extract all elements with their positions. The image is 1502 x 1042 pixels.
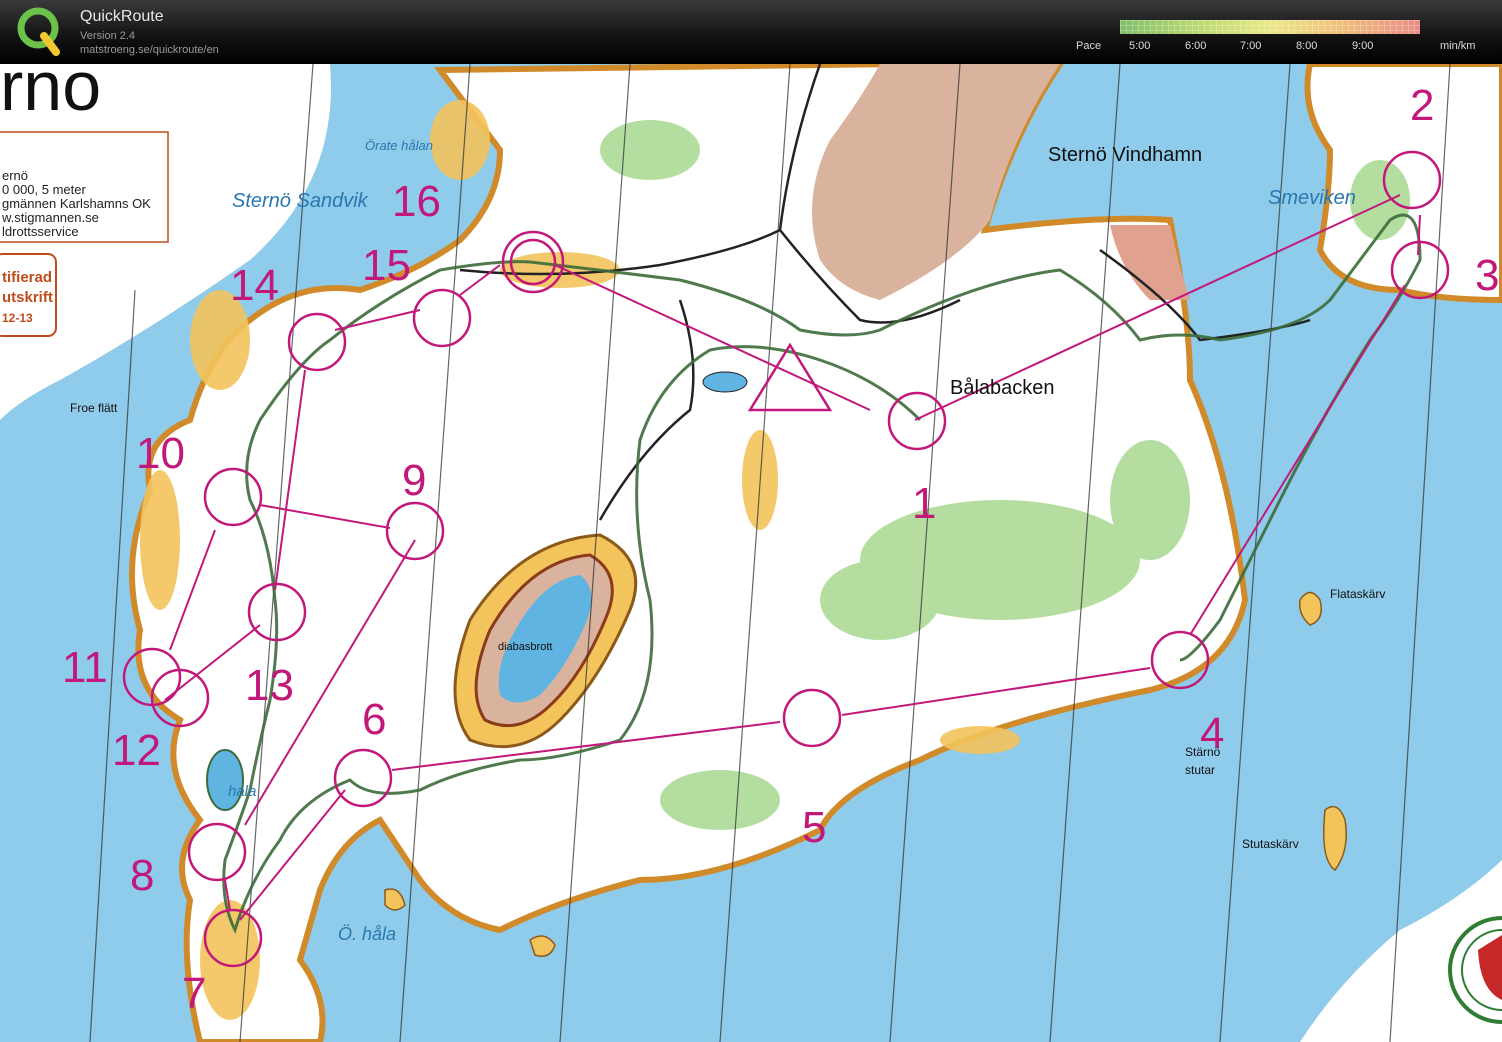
control-number-6: 6 [362, 695, 386, 744]
pace-tick-6: 6:00 [1185, 40, 1207, 52]
svg-text:w.stigmannen.se: w.stigmannen.se [1, 210, 99, 225]
control-number-9: 9 [402, 456, 426, 505]
orienteering-map[interactable]: 1 2 3 4 5 6 7 8 9 10 11 12 13 14 15 16 r… [0, 64, 1502, 1042]
app-url-link[interactable]: matstroeng.se/quickroute/en [80, 44, 219, 56]
control-number-8: 8 [130, 851, 154, 900]
svg-text:ldrottsservice: ldrottsservice [2, 224, 79, 239]
control-number-1: 1 [912, 479, 936, 528]
control-number-11: 11 [62, 643, 108, 692]
control-number-12: 12 [112, 726, 161, 775]
control-number-5: 5 [802, 803, 826, 852]
place-balabacken: Bålabacken [950, 377, 1055, 399]
small-lake [702, 371, 748, 393]
place-diabasbrott: diabasbrott [498, 641, 552, 653]
svg-text:tifierad: tifierad [2, 269, 52, 286]
svg-text:ernö: ernö [2, 168, 28, 183]
pace-unit: min/km [1440, 40, 1476, 52]
place-o-hala: Ö. håla [338, 924, 396, 944]
pace-tick-5: 5:00 [1129, 40, 1151, 52]
place-sterno-sandvik: Sternö Sandvik [232, 190, 369, 212]
pace-tick-7: 7:00 [1240, 40, 1262, 52]
pace-label: Pace [1076, 40, 1102, 52]
svg-text:gmännen Karlshamns OK: gmännen Karlshamns OK [2, 196, 151, 211]
place-stutaskarv: Stutaskärv [1242, 837, 1299, 851]
svg-text:utskrift: utskrift [2, 289, 53, 306]
app-name: QuickRoute [80, 8, 164, 25]
place-sterno: Stärnö [1185, 745, 1221, 759]
pace-tick-9: 9:00 [1352, 40, 1374, 52]
control-number-13: 13 [245, 661, 294, 710]
place-orate-halan: Örate hålan [365, 138, 433, 153]
certification-box: tifierad utskrift 12-13 [0, 253, 57, 337]
map-info-box: ernö 0 000, 5 meter gmännen Karlshamns O… [0, 131, 169, 243]
place-froe-flatt: Froe flätt [70, 401, 118, 415]
place-sterno-vindhamn: Sternö Vindhamn [1048, 144, 1202, 166]
svg-text:0 000, 5 meter: 0 000, 5 meter [2, 182, 86, 197]
svg-text:12-13: 12-13 [2, 311, 33, 325]
pace-tick-8: 8:00 [1296, 40, 1318, 52]
control-number-2: 2 [1410, 81, 1434, 130]
pace-color-scale [1120, 20, 1420, 34]
control-number-10: 10 [136, 429, 185, 478]
place-smeviken: Smeviken [1268, 187, 1356, 209]
control-number-14: 14 [230, 261, 279, 310]
quickroute-logo-icon [17, 7, 60, 56]
control-number-15: 15 [362, 241, 411, 290]
control-number-3: 3 [1475, 251, 1499, 300]
map-title: rno [0, 64, 101, 125]
place-v-hala: hala [228, 783, 256, 800]
pond-v-hala [206, 749, 244, 811]
place-stutar: stutar [1185, 763, 1215, 777]
app-version: Version 2.4 [80, 30, 136, 42]
control-number-7: 7 [182, 969, 206, 1018]
control-number-16: 16 [392, 177, 441, 226]
place-flataskarv: Flataskärv [1330, 587, 1385, 601]
app-header: QuickRoute Version 2.4 matstroeng.se/qui… [0, 0, 1502, 64]
